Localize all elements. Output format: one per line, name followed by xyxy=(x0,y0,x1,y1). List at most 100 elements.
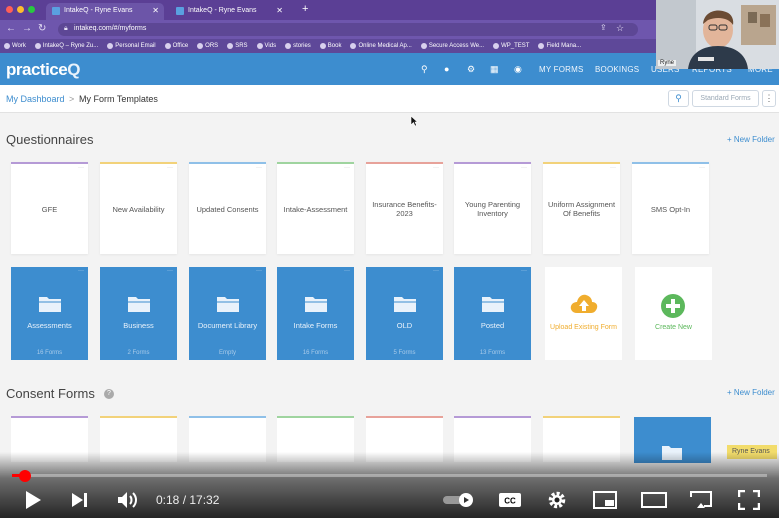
chat-icon[interactable]: ◉ xyxy=(514,64,522,75)
progress-bar[interactable] xyxy=(12,474,767,477)
folder-menu-icon[interactable]: ··· xyxy=(433,268,439,274)
bookmark-item[interactable]: Personal Email xyxy=(107,43,156,49)
bookmark-label: Work xyxy=(12,43,26,49)
breadcrumb-dashboard-link[interactable]: My Dashboard xyxy=(6,94,65,104)
more-options-button[interactable]: ⋮ xyxy=(762,90,776,107)
folder-form-count: Empty xyxy=(218,350,236,356)
bookmark-label: Vids xyxy=(264,43,277,49)
fullscreen-icon[interactable] xyxy=(738,490,760,510)
bookmark-item[interactable]: Office xyxy=(164,43,188,49)
presenter-webcam: Ryne xyxy=(656,0,779,69)
bookmark-star-icon[interactable]: ☆ xyxy=(616,23,624,34)
settings-gear-icon[interactable] xyxy=(547,490,567,510)
reload-icon[interactable]: ↻ xyxy=(38,23,46,34)
closed-captions-icon[interactable]: CC xyxy=(498,492,522,508)
autoplay-toggle-icon[interactable] xyxy=(442,492,476,508)
info-icon[interactable]: ? xyxy=(104,389,114,399)
consent-new-folder-button[interactable]: + New Folder xyxy=(727,388,775,397)
presenter-video-image xyxy=(656,0,779,69)
folder-menu-icon[interactable]: ··· xyxy=(344,268,350,274)
miniplayer-icon[interactable] xyxy=(593,491,617,509)
bookmark-item[interactable]: WP_TEST xyxy=(493,43,529,49)
folder-menu-icon[interactable]: ··· xyxy=(521,268,527,274)
browser-tab-2[interactable]: IntakeQ - Ryne Evans ✕ xyxy=(170,3,288,20)
form-card[interactable]: ··· Insurance Benefits-2023 xyxy=(366,162,443,254)
forward-icon[interactable]: → xyxy=(22,23,32,34)
search-icon[interactable]: ⚲ xyxy=(421,64,428,75)
folder-card[interactable]: ··· Assessments 16 Forms xyxy=(11,267,88,360)
logo-q: Q xyxy=(67,60,80,79)
form-card[interactable]: ··· Young Parenting Inventory xyxy=(454,162,531,254)
form-card[interactable]: ··· GFE xyxy=(11,162,88,254)
bookmark-item[interactable]: Vids xyxy=(256,43,277,49)
folder-icon xyxy=(217,297,239,312)
new-folder-button[interactable]: + New Folder xyxy=(727,135,775,144)
cast-icon[interactable] xyxy=(688,490,714,510)
bookmark-item[interactable]: IntakeQ – Ryne Zu... xyxy=(34,43,98,49)
bookmark-item[interactable]: Work xyxy=(4,43,26,49)
breadcrumb: My Dashboard > My Form Templates ⚲ Stand… xyxy=(0,85,779,113)
form-card-title: Insurance Benefits-2023 xyxy=(372,200,437,218)
bookmark-item[interactable]: stories xyxy=(285,43,311,49)
bookmark-item[interactable]: SRS xyxy=(227,43,248,49)
volume-icon[interactable] xyxy=(117,491,139,509)
bookmark-icon xyxy=(285,43,292,49)
bookmark-label: Book xyxy=(327,43,342,49)
add-circle-icon xyxy=(661,294,685,318)
theater-mode-icon[interactable] xyxy=(641,492,667,508)
play-icon[interactable] xyxy=(24,490,42,510)
bookmark-item[interactable]: Field Mana... xyxy=(538,43,581,49)
window-controls xyxy=(6,6,35,13)
form-card[interactable]: ··· Uniform Assignment Of Benefits xyxy=(543,162,620,254)
folder-name: Posted xyxy=(480,321,505,330)
maximize-window-icon[interactable] xyxy=(28,6,35,13)
bookmark-icon xyxy=(197,43,204,49)
bookmark-item[interactable]: ORS xyxy=(197,43,218,49)
new-tab-icon[interactable]: + xyxy=(302,3,308,15)
url-input[interactable]: 🔒︎ intakeq.com/#/myforms xyxy=(58,23,638,36)
folder-card[interactable]: ··· Posted 13 Forms xyxy=(454,267,531,360)
folder-menu-icon[interactable]: ··· xyxy=(256,268,262,274)
settings-icon[interactable]: ⚙ xyxy=(467,64,475,75)
bookmark-item[interactable]: Book xyxy=(319,43,342,49)
form-card[interactable]: ··· SMS Opt-In xyxy=(632,162,709,254)
calendar-icon[interactable]: ▦ xyxy=(490,64,499,75)
close-window-icon[interactable] xyxy=(6,6,13,13)
back-icon[interactable]: ← xyxy=(6,23,16,34)
folder-card[interactable]: ··· Intake Forms 16 Forms xyxy=(277,267,354,360)
practiceq-logo[interactable]: practiceQ xyxy=(6,60,80,80)
share-icon[interactable]: ⇪ xyxy=(600,23,607,32)
browser-tab-1[interactable]: IntakeQ - Ryne Evans ✕ xyxy=(46,3,164,20)
notification-bell-icon[interactable]: ● xyxy=(444,64,449,74)
search-forms-button[interactable]: ⚲ xyxy=(668,90,689,107)
nav-my-forms[interactable]: MY FORMS xyxy=(539,65,584,74)
form-card[interactable]: ··· Updated Consents xyxy=(189,162,266,254)
folder-icon xyxy=(128,297,150,312)
bookmark-item[interactable]: Online Medical Ap... xyxy=(350,43,412,49)
folder-menu-icon[interactable]: ··· xyxy=(78,268,84,274)
next-video-icon[interactable] xyxy=(71,492,89,508)
form-card[interactable]: ··· New Availability xyxy=(100,162,177,254)
nav-bookings[interactable]: BOOKINGS xyxy=(595,65,639,74)
bookmark-label: Online Medical Ap... xyxy=(358,43,412,49)
minimize-window-icon[interactable] xyxy=(17,6,24,13)
consent-forms-heading: Consent Forms xyxy=(6,386,95,401)
folder-card[interactable]: ··· Business 2 Forms xyxy=(100,267,177,360)
form-card[interactable]: ··· Intake-Assessment xyxy=(277,162,354,254)
folder-menu-icon[interactable]: ··· xyxy=(167,268,173,274)
scrubber-handle[interactable] xyxy=(19,470,31,482)
standard-forms-button[interactable]: Standard Forms xyxy=(692,90,759,107)
breadcrumb-separator: > xyxy=(69,94,75,104)
bookmark-icon xyxy=(256,43,263,49)
folder-card[interactable]: ··· OLD 5 Forms xyxy=(366,267,443,360)
close-tab-icon[interactable]: ✕ xyxy=(152,6,159,15)
bookmark-label: ORS xyxy=(205,43,219,49)
bookmark-item[interactable]: Secure Access We... xyxy=(420,43,484,49)
tab-label: IntakeQ - Ryne Evans xyxy=(64,7,133,14)
folder-card[interactable]: ··· Document Library Empty xyxy=(189,267,266,360)
create-new-form-button[interactable]: Create New xyxy=(635,267,712,360)
upload-existing-form-button[interactable]: Upload Existing Form xyxy=(545,267,622,360)
upload-existing-form-label: Upload Existing Form xyxy=(550,324,617,331)
folder-icon xyxy=(305,297,327,312)
close-tab-icon[interactable]: ✕ xyxy=(276,6,283,15)
